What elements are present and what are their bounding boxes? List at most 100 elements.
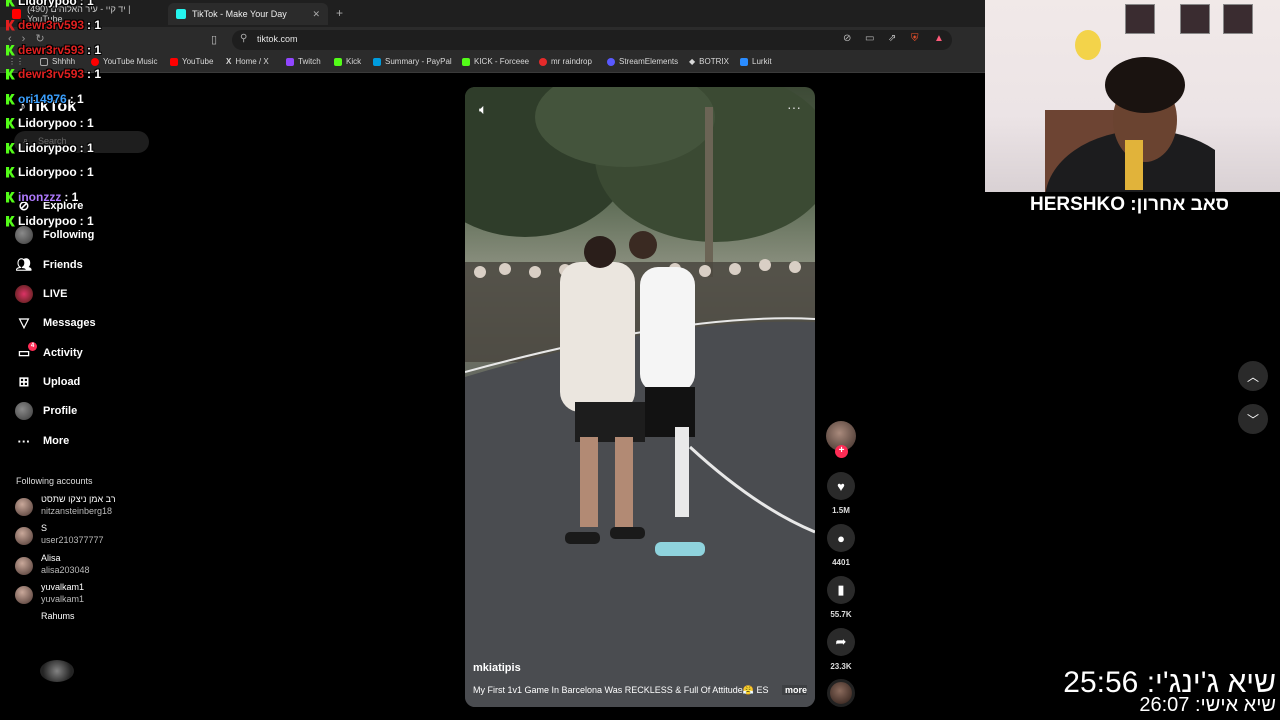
nav-label: Friends [43,259,83,271]
nav-upload[interactable]: ⊞ Upload [15,371,81,393]
kick-icon [6,166,15,178]
music-disc-icon[interactable] [827,679,855,707]
chat-message: dewr3rv593: 1 [6,43,101,57]
video-frame [465,87,815,707]
account-name: Alisa [41,553,61,563]
caption-more-button[interactable]: more [781,685,807,695]
video-player[interactable]: 🔈︎ ··· mkiatipis My First 1v1 Game In Ba… [465,87,815,707]
bookmarks-bar: ⋮⋮ Shhhh YouTube Music YouTube X Home / X… [0,53,985,73]
chat-text: : 1 [79,141,94,155]
cast-icon[interactable]: ▭ [865,33,874,44]
avatar [15,527,33,545]
bookmark-item[interactable]: Twitch [286,57,321,66]
chat-text: : 1 [87,67,102,81]
video-author[interactable]: mkiatipis [473,662,521,674]
chat-user: Lidorypoo [18,214,77,228]
avatar [15,557,33,575]
following-account[interactable]: רב אמן ניצקו שתסט nitzansteinberg18 [15,494,155,522]
chat-text: : 1 [79,116,94,130]
bookmark-item[interactable]: Lurkit [740,57,772,66]
tab-tiktok[interactable]: TikTok - Make Your Day ✕ [168,3,328,25]
nav-profile[interactable]: Profile [15,400,77,422]
nav-activity[interactable]: ▭ 4 Activity [15,342,83,364]
bookmark-icon[interactable]: ▯ [211,33,217,46]
next-video-button[interactable]: ﹀ [1238,404,1268,434]
follow-plus-icon[interactable]: + [835,445,848,458]
chat-message: dewr3rv593: 1 [6,18,101,32]
chat-user: dewr3rv593 [18,67,85,81]
like-count: 1.5M [832,506,850,515]
raindrop-icon [539,57,547,66]
address-row: ‹›↻ ▯ ⚲ tiktok.com ⊘ ▭ ⇗ ⛨ ▲ [0,27,985,53]
share-arrow-icon: ➦ [827,628,855,656]
bookmark-item[interactable]: YouTube Music [91,57,158,66]
share-button[interactable]: ➦ 23.3K [826,628,856,671]
previous-video-button[interactable]: ︿ [1238,361,1268,391]
bookmark-label: Home / X [235,57,269,66]
bookmark-item[interactable]: Summary - PayPal [373,57,452,66]
bookmark-item[interactable]: ◆ BOTRIX [689,57,729,66]
apps-icon[interactable]: ⋮⋮ [8,57,24,66]
bookmark-item[interactable]: mr raindrop [539,57,592,66]
site-info-icon[interactable]: ⚲ [240,33,247,44]
account-name: רב אמן ניצקו שתסט [41,494,116,504]
profile-avatar-icon [15,402,33,420]
chat-text: : 1 [79,214,94,228]
chat-message: Lidorypoo: 1 [6,116,94,130]
kick-icon [6,44,15,56]
chat-text: : 1 [79,165,94,179]
chat-message: inonzzz: 1 [6,190,78,204]
brave-shield-icon[interactable]: ⛨ [911,33,919,44]
more-options-icon[interactable]: ··· [787,99,801,115]
save-count: 55.7K [830,610,852,619]
nav-label: LIVE [43,288,68,300]
bookmark-item[interactable]: KICK - Forceee [462,57,529,66]
close-tab-icon[interactable]: ✕ [312,9,320,20]
volume-icon[interactable]: 🔈︎ [479,101,487,118]
nav-label: Profile [43,405,78,417]
chat-text: : 1 [64,190,79,204]
chevron-down-icon: ﹀ [1246,412,1259,427]
following-account[interactable]: Alisa alisa203048 [15,553,155,581]
nav-messages[interactable]: ▽ Messages [15,312,96,334]
nav-more[interactable]: ··· More [15,430,70,452]
bookmark-item[interactable]: Shhhh [40,57,75,66]
share-count: 23.3K [830,662,852,671]
following-avatar-icon [15,226,33,244]
nav-live[interactable]: LIVE [15,283,67,305]
messages-icon: ▽ [19,315,29,330]
bookmark-item[interactable]: YouTube [170,57,213,66]
chat-text: : 1 [79,0,94,8]
streamelements-icon [607,57,615,66]
bookmark-label: Twitch [298,57,321,66]
last-sub-label: סאב אחרון: HERSHKO [1030,194,1229,215]
new-tab-button[interactable]: + [336,6,343,20]
bookmark-label: BOTRIX [699,57,729,66]
caption-text: My First 1v1 Game In Barcelona Was RECKL… [473,685,769,695]
comment-icon: ● [827,524,855,552]
chat-user: dewr3rv593 [18,18,85,32]
nav-friends[interactable]: 👥︎ Friends [15,254,83,276]
share-icon[interactable]: ⇗ [888,33,896,44]
chevron-up-icon: ︿ [1246,369,1259,384]
comment-count: 4401 [832,558,850,567]
like-button[interactable]: ♥ 1.5M [826,472,856,515]
bookmark-item[interactable]: Kick [334,57,361,66]
chat-user: Lidorypoo [18,141,77,155]
lurkit-icon [740,57,748,66]
bookmark-item[interactable]: StreamElements [607,57,678,66]
comment-button[interactable]: ● 4401 [826,524,856,567]
kick-icon [6,93,15,105]
brave-rewards-icon[interactable]: ▲ [934,33,944,44]
following-account[interactable]: Rahums [15,611,155,623]
activity-icon: ▭ 4 [15,342,37,362]
following-account[interactable]: yuvalkam1 yuvalkam1 [15,582,155,610]
url-text: tiktok.com [257,34,298,44]
extension-icon[interactable]: ⊘ [843,33,851,44]
browser-tab-bar: (490) יד קיי - עיר האלוהים | YouTube Tik… [0,0,985,27]
following-account[interactable]: Suser210377777 [15,523,155,551]
save-button[interactable]: ▮ 55.7K [826,576,856,619]
bookmark-label: KICK - Forceee [474,57,530,66]
nav-label: More [43,435,70,447]
bookmark-item[interactable]: X Home / X [226,57,269,66]
